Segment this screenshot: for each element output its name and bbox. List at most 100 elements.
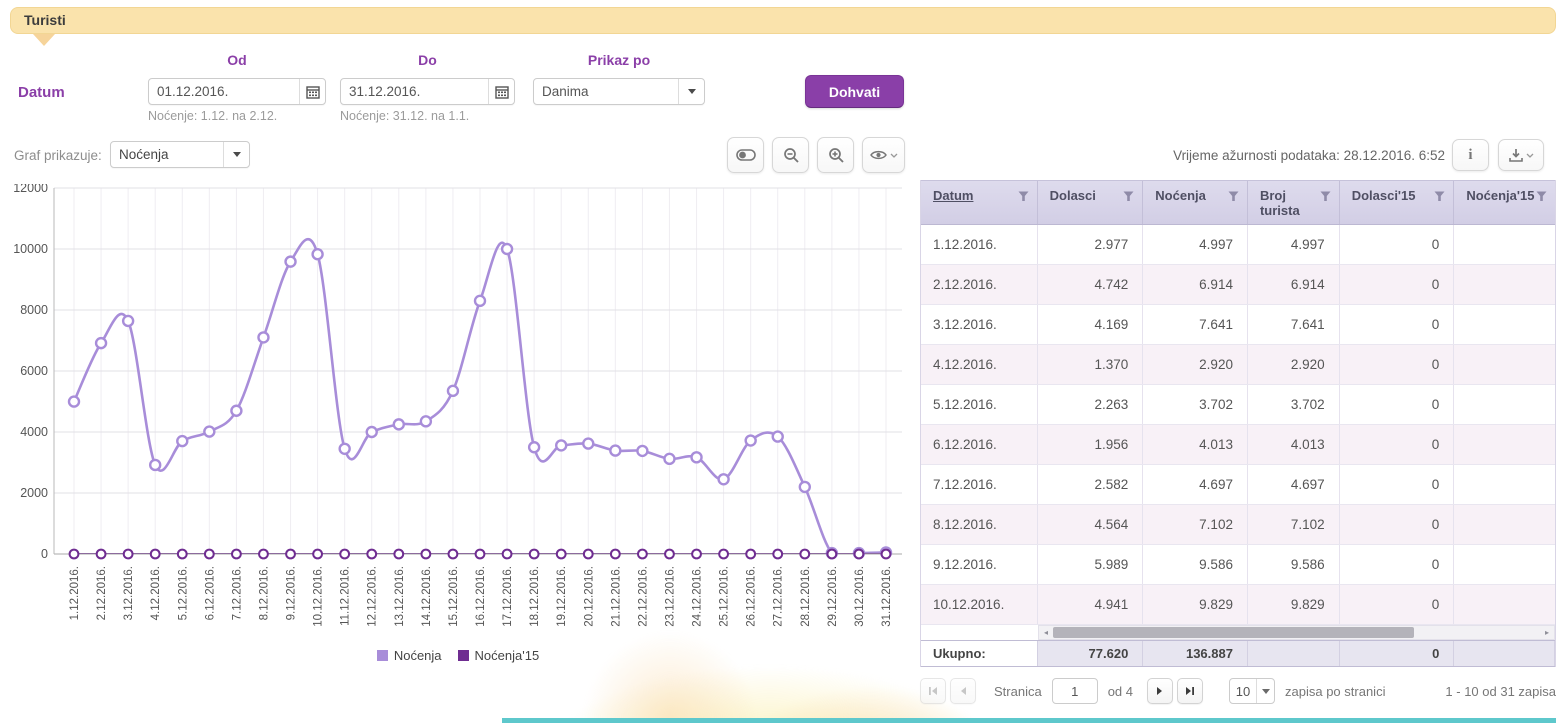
legend-item-nocenja[interactable]: Noćenja <box>377 648 442 663</box>
chevron-down-icon[interactable] <box>1256 679 1274 703</box>
table-body: 1.12.2016.2.9774.9974.99702.12.2016.4.74… <box>921 225 1555 625</box>
table-header-row: DatumDolasci Noćenja Broj turista Dolasci'1… <box>921 180 1555 225</box>
prikaz-po-select[interactable]: Danima <box>533 78 705 105</box>
line-chart: 0200040006000800010000120001.12.2016.2.1… <box>6 184 910 646</box>
horizontal-scrollbar: ◂ ▸ <box>921 625 1555 640</box>
svg-text:16.12.2016.: 16.12.2016. <box>475 566 487 627</box>
filter-icon[interactable] <box>1536 191 1547 202</box>
column-title: Noćenja <box>1155 188 1206 203</box>
scroll-left-arrow[interactable]: ◂ <box>1039 626 1053 639</box>
bottom-accent-strip <box>502 718 1556 723</box>
svg-text:12000: 12000 <box>13 184 48 195</box>
svg-text:31.12.2016.: 31.12.2016. <box>881 566 893 627</box>
filter-icon[interactable] <box>1018 191 1029 202</box>
filter-icon[interactable] <box>1228 191 1239 202</box>
legend-swatch-dark <box>458 650 469 661</box>
table-cell: 7.641 <box>1143 305 1248 344</box>
svg-text:0: 0 <box>41 547 48 561</box>
table-cell: 9.829 <box>1248 585 1340 624</box>
table-cell <box>1454 465 1555 504</box>
svg-text:27.12.2016.: 27.12.2016. <box>773 566 785 627</box>
footer-total-cell <box>1248 641 1340 666</box>
download-icon <box>1509 149 1523 162</box>
tab-pointer <box>33 34 55 46</box>
column-header-1[interactable]: Datum <box>921 181 1038 224</box>
calendar-icon[interactable] <box>299 79 325 104</box>
table-cell: 2.920 <box>1248 345 1340 384</box>
prikaz-po-value: Danima <box>534 79 678 104</box>
page-size-label: zapisa po stranici <box>1285 684 1385 699</box>
column-header-3[interactable]: Noćenja <box>1143 181 1248 224</box>
table-cell: 0 <box>1340 225 1455 264</box>
last-page-button[interactable] <box>1177 678 1203 704</box>
svg-text:26.12.2016.: 26.12.2016. <box>746 566 758 627</box>
svg-text:2000: 2000 <box>20 486 48 500</box>
table-cell: 2.12.2016. <box>921 265 1038 304</box>
table-cell: 2.977 <box>1038 225 1144 264</box>
date-from-hint: Noćenje: 1.12. na 2.12. <box>148 109 277 123</box>
svg-text:21.12.2016.: 21.12.2016. <box>610 566 622 627</box>
column-header-6[interactable]: Noćenja'15 <box>1454 181 1555 224</box>
table-row: 4.12.2016.1.3702.9202.9200 <box>921 345 1555 385</box>
footer-total-cell: 136.887 <box>1143 641 1248 666</box>
table-cell: 4.997 <box>1143 225 1248 264</box>
calendar-icon[interactable] <box>488 79 514 104</box>
table-cell: 3.12.2016. <box>921 305 1038 344</box>
dohvati-button[interactable]: Dohvati <box>805 75 904 108</box>
table-cell: 0 <box>1340 265 1455 304</box>
svg-text:15.12.2016.: 15.12.2016. <box>448 566 460 627</box>
table-cell: 4.697 <box>1143 465 1248 504</box>
first-page-button[interactable] <box>920 678 946 704</box>
toggle-series-button[interactable] <box>727 137 764 173</box>
table-cell: 9.12.2016. <box>921 545 1038 584</box>
turisti-tab-bar[interactable] <box>10 7 1556 34</box>
date-to-input[interactable]: 31.12.2016. <box>341 79 488 104</box>
scroll-right-arrow[interactable]: ▸ <box>1540 626 1554 639</box>
chevron-down-icon <box>1526 153 1534 158</box>
svg-text:3.12.2016.: 3.12.2016. <box>123 566 135 620</box>
column-header-4[interactable]: Broj turista <box>1248 181 1340 224</box>
date-from-input[interactable]: 01.12.2016. <box>149 79 299 104</box>
graf-prikazuje-select[interactable]: Noćenja <box>110 141 250 168</box>
chevron-down-icon[interactable] <box>678 79 704 104</box>
zoom-in-button[interactable] <box>817 137 854 173</box>
scrollbar-thumb[interactable] <box>1053 627 1414 638</box>
chart-legend: Noćenja Noćenja'15 <box>6 648 910 663</box>
table-cell <box>1454 505 1555 544</box>
export-download-button[interactable] <box>1498 139 1544 171</box>
table-cell: 0 <box>1340 425 1455 464</box>
svg-text:11.12.2016.: 11.12.2016. <box>340 566 352 626</box>
page-number-input[interactable] <box>1052 678 1098 704</box>
filter-icon[interactable] <box>1434 191 1445 202</box>
od-label: Od <box>148 52 326 68</box>
page-size-value: 10 <box>1230 679 1256 703</box>
visibility-menu-button[interactable] <box>862 137 905 173</box>
scrollbar-track[interactable]: ◂ ▸ <box>1038 625 1555 640</box>
filter-icon[interactable] <box>1123 191 1134 202</box>
next-page-button[interactable] <box>1147 678 1173 704</box>
chevron-down-icon[interactable] <box>223 142 249 167</box>
magnifier-minus-icon <box>783 147 799 163</box>
filter-icon[interactable] <box>1320 191 1331 202</box>
svg-text:28.12.2016.: 28.12.2016. <box>800 566 812 627</box>
datum-label: Datum <box>18 84 65 101</box>
svg-text:6000: 6000 <box>20 364 48 378</box>
legend-swatch-light <box>377 650 388 661</box>
column-header-5[interactable]: Dolasci'15 <box>1340 181 1455 224</box>
info-button[interactable]: i <box>1452 139 1489 171</box>
toggle-pill-icon <box>736 149 756 161</box>
zoom-out-button[interactable] <box>772 137 809 173</box>
table-cell: 4.941 <box>1038 585 1144 624</box>
svg-text:25.12.2016.: 25.12.2016. <box>719 566 731 627</box>
page-size-select[interactable]: 10 <box>1229 678 1275 704</box>
legend-item-nocenja15[interactable]: Noćenja'15 <box>458 648 540 663</box>
table-cell: 10.12.2016. <box>921 585 1038 624</box>
prev-page-button[interactable] <box>950 678 976 704</box>
column-header-2[interactable]: Dolasci <box>1038 181 1144 224</box>
table-cell: 0 <box>1340 465 1455 504</box>
table-cell: 6.12.2016. <box>921 425 1038 464</box>
table-cell: 4.697 <box>1248 465 1340 504</box>
svg-text:19.12.2016.: 19.12.2016. <box>556 566 568 627</box>
table-cell: 0 <box>1340 505 1455 544</box>
column-title: Dolasci'15 <box>1352 188 1416 203</box>
